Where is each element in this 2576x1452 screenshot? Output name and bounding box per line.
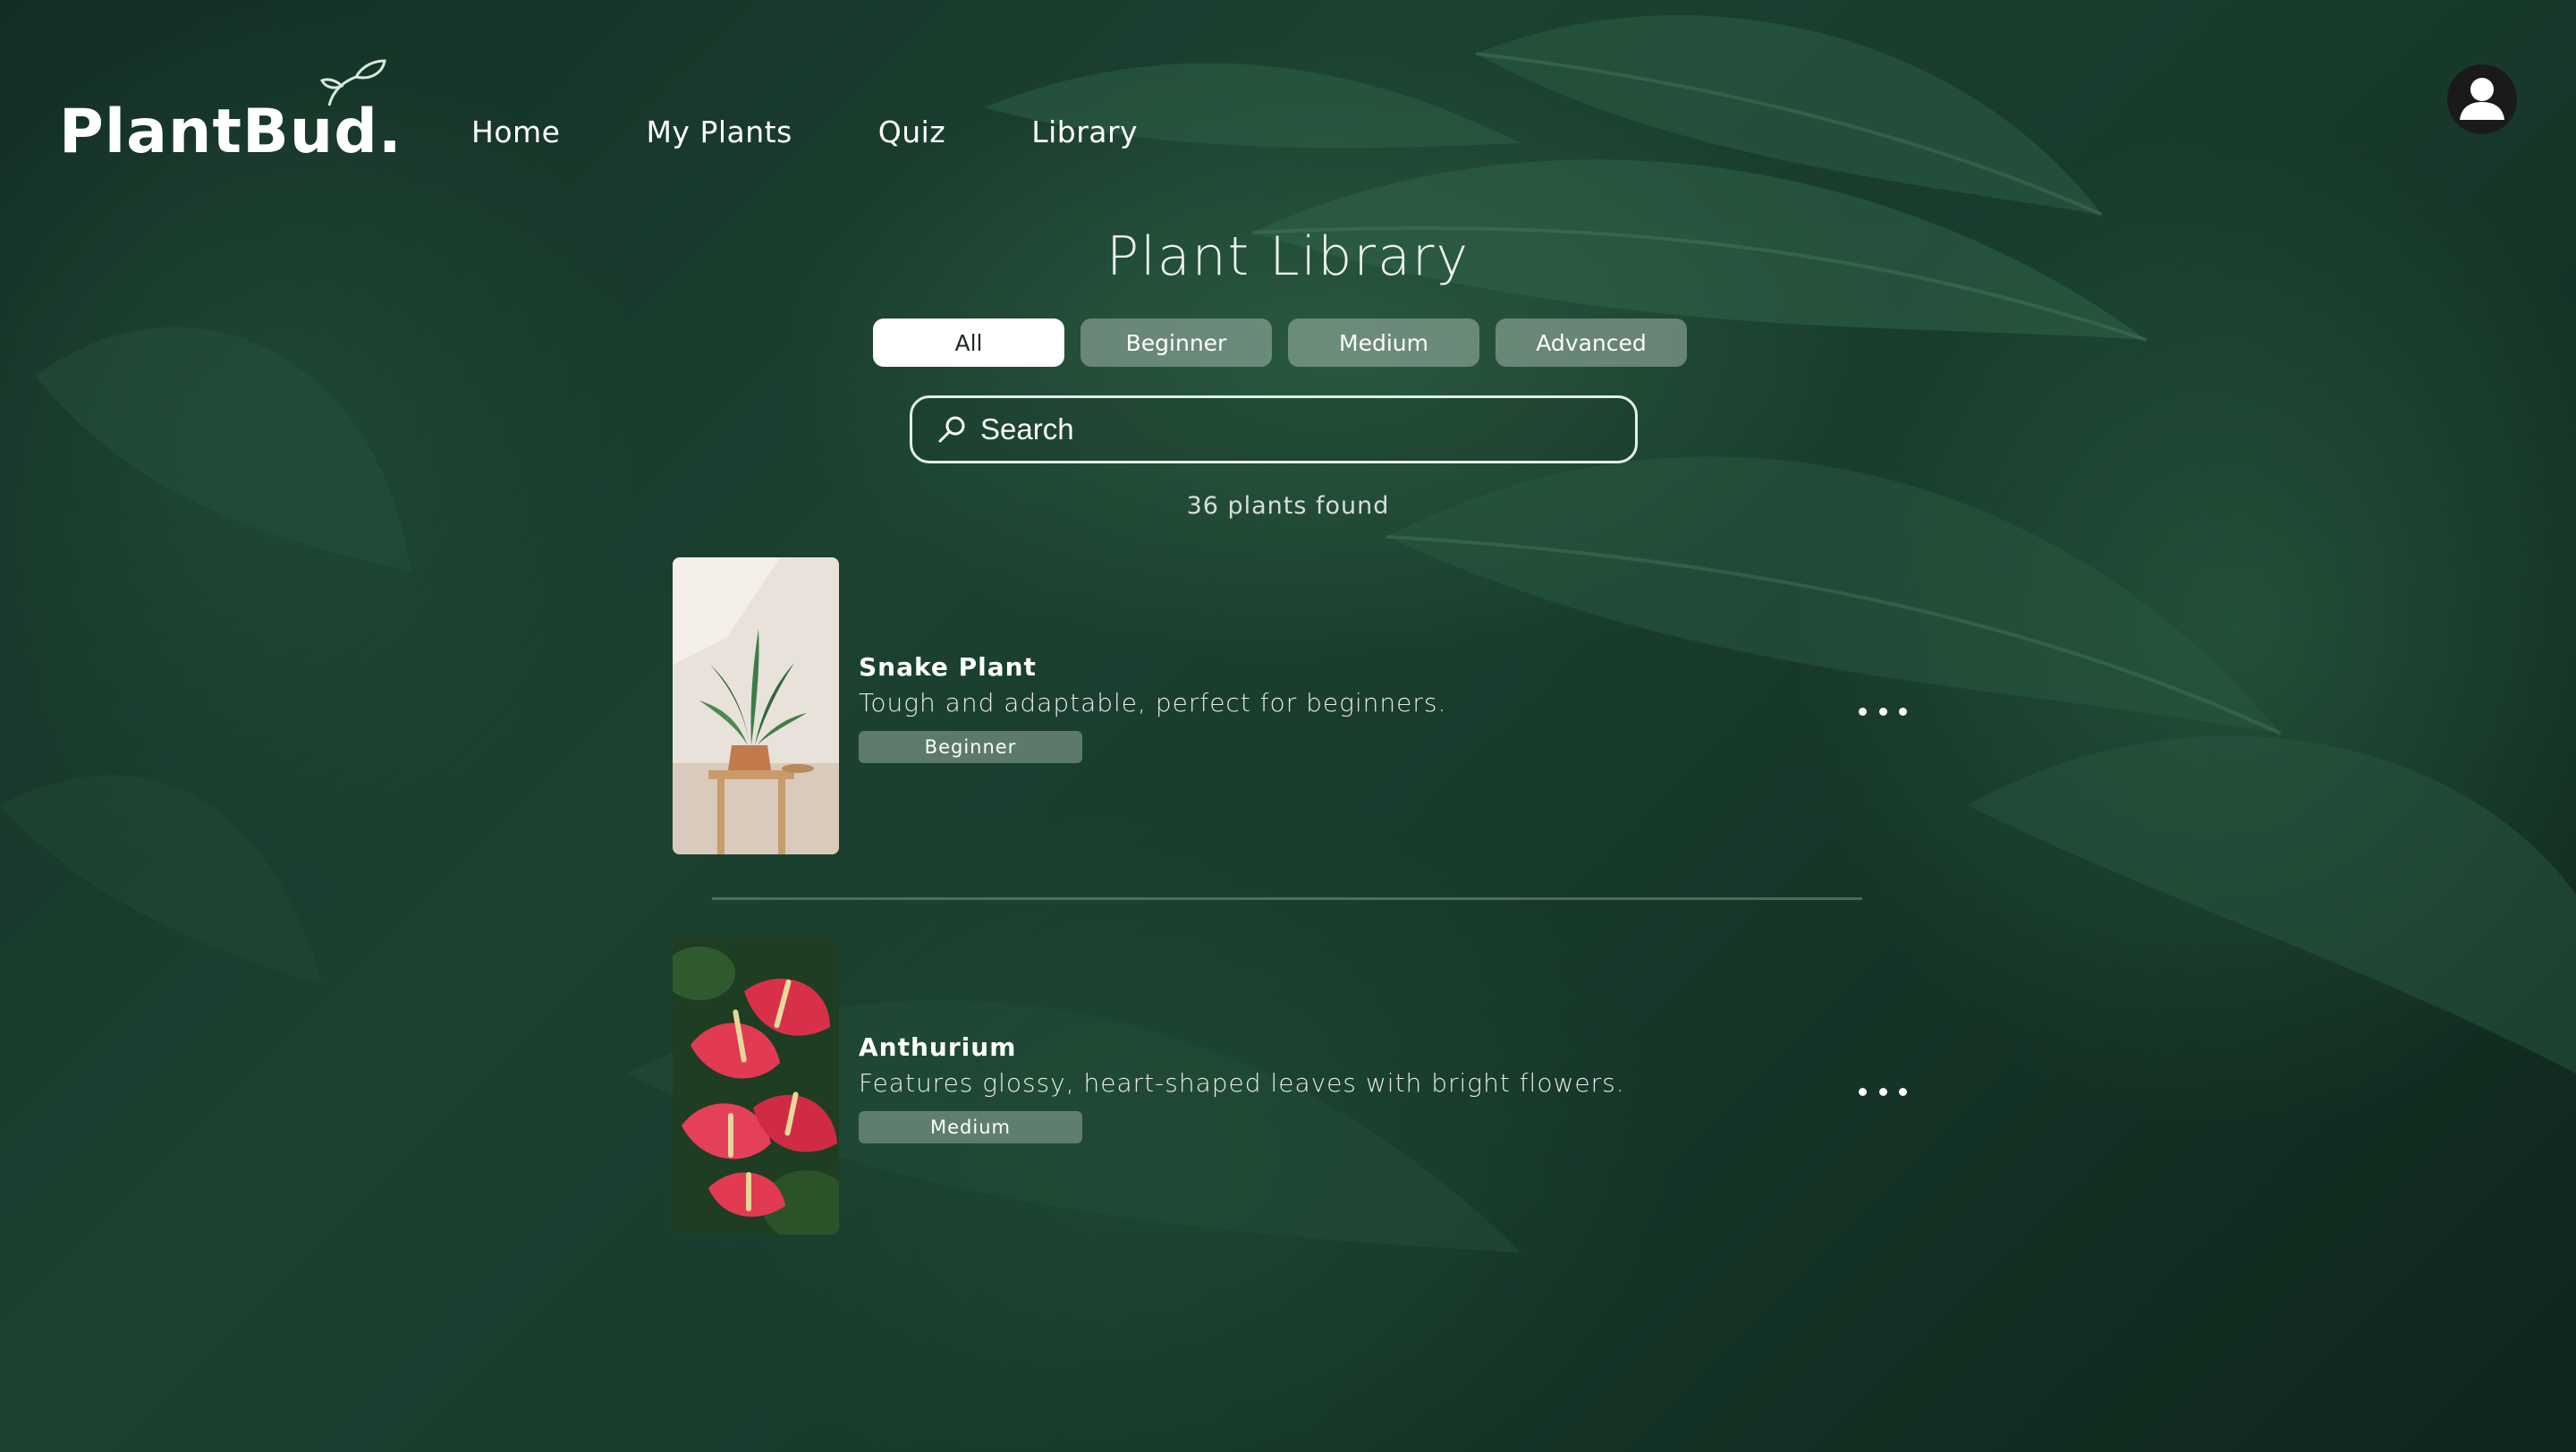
plant-name: Snake Plant [859, 652, 1037, 682]
more-dot [1859, 1087, 1867, 1096]
plant-list-item[interactable]: Snake Plant Tough and adaptable, perfect… [673, 557, 1907, 854]
plant-name: Anthurium [859, 1032, 1017, 1062]
search-icon [938, 416, 965, 443]
more-options-button[interactable] [1859, 1081, 1907, 1102]
plant-thumbnail [673, 938, 839, 1235]
plant-library-page: PlantBud. Home My Plants Quiz Library Pl… [0, 0, 2576, 1452]
filter-advanced-button[interactable]: Advanced [1496, 318, 1687, 367]
nav-item-my-plants[interactable]: My Plants [646, 115, 792, 149]
nav-item-home[interactable]: Home [471, 115, 560, 149]
more-dot [1899, 707, 1907, 716]
difficulty-filters: All Beginner Medium Advanced [873, 318, 1687, 367]
filter-medium-button[interactable]: Medium [1288, 318, 1479, 367]
plant-description: Features glossy, heart-shaped leaves wit… [859, 1068, 1625, 1098]
page-title: Plant Library [1106, 225, 1470, 288]
nav-item-quiz[interactable]: Quiz [878, 115, 945, 149]
sprout-icon [320, 59, 386, 106]
list-divider [712, 897, 1862, 900]
more-options-button[interactable] [1859, 701, 1907, 722]
nav-item-library[interactable]: Library [1031, 115, 1138, 149]
plant-description: Tough and adaptable, perfect for beginne… [859, 688, 1447, 718]
user-avatar-button[interactable] [2447, 64, 2517, 134]
filter-all-button[interactable]: All [873, 318, 1064, 367]
more-dot [1859, 707, 1867, 716]
difficulty-badge: Medium [859, 1111, 1082, 1143]
plant-list-item[interactable]: Anthurium Features glossy, heart-shaped … [673, 938, 1907, 1235]
search-bar[interactable] [910, 395, 1638, 463]
more-dot [1878, 707, 1887, 716]
main-nav: Home My Plants Quiz Library [471, 115, 1224, 149]
more-dot [1899, 1087, 1907, 1096]
filter-beginner-button[interactable]: Beginner [1080, 318, 1272, 367]
more-dot [1878, 1087, 1887, 1096]
results-count: 36 plants found [1186, 492, 1390, 520]
plant-thumbnail [673, 557, 839, 854]
user-avatar-icon [2460, 78, 2504, 120]
difficulty-badge: Beginner [859, 731, 1082, 763]
search-input[interactable] [979, 412, 1608, 447]
